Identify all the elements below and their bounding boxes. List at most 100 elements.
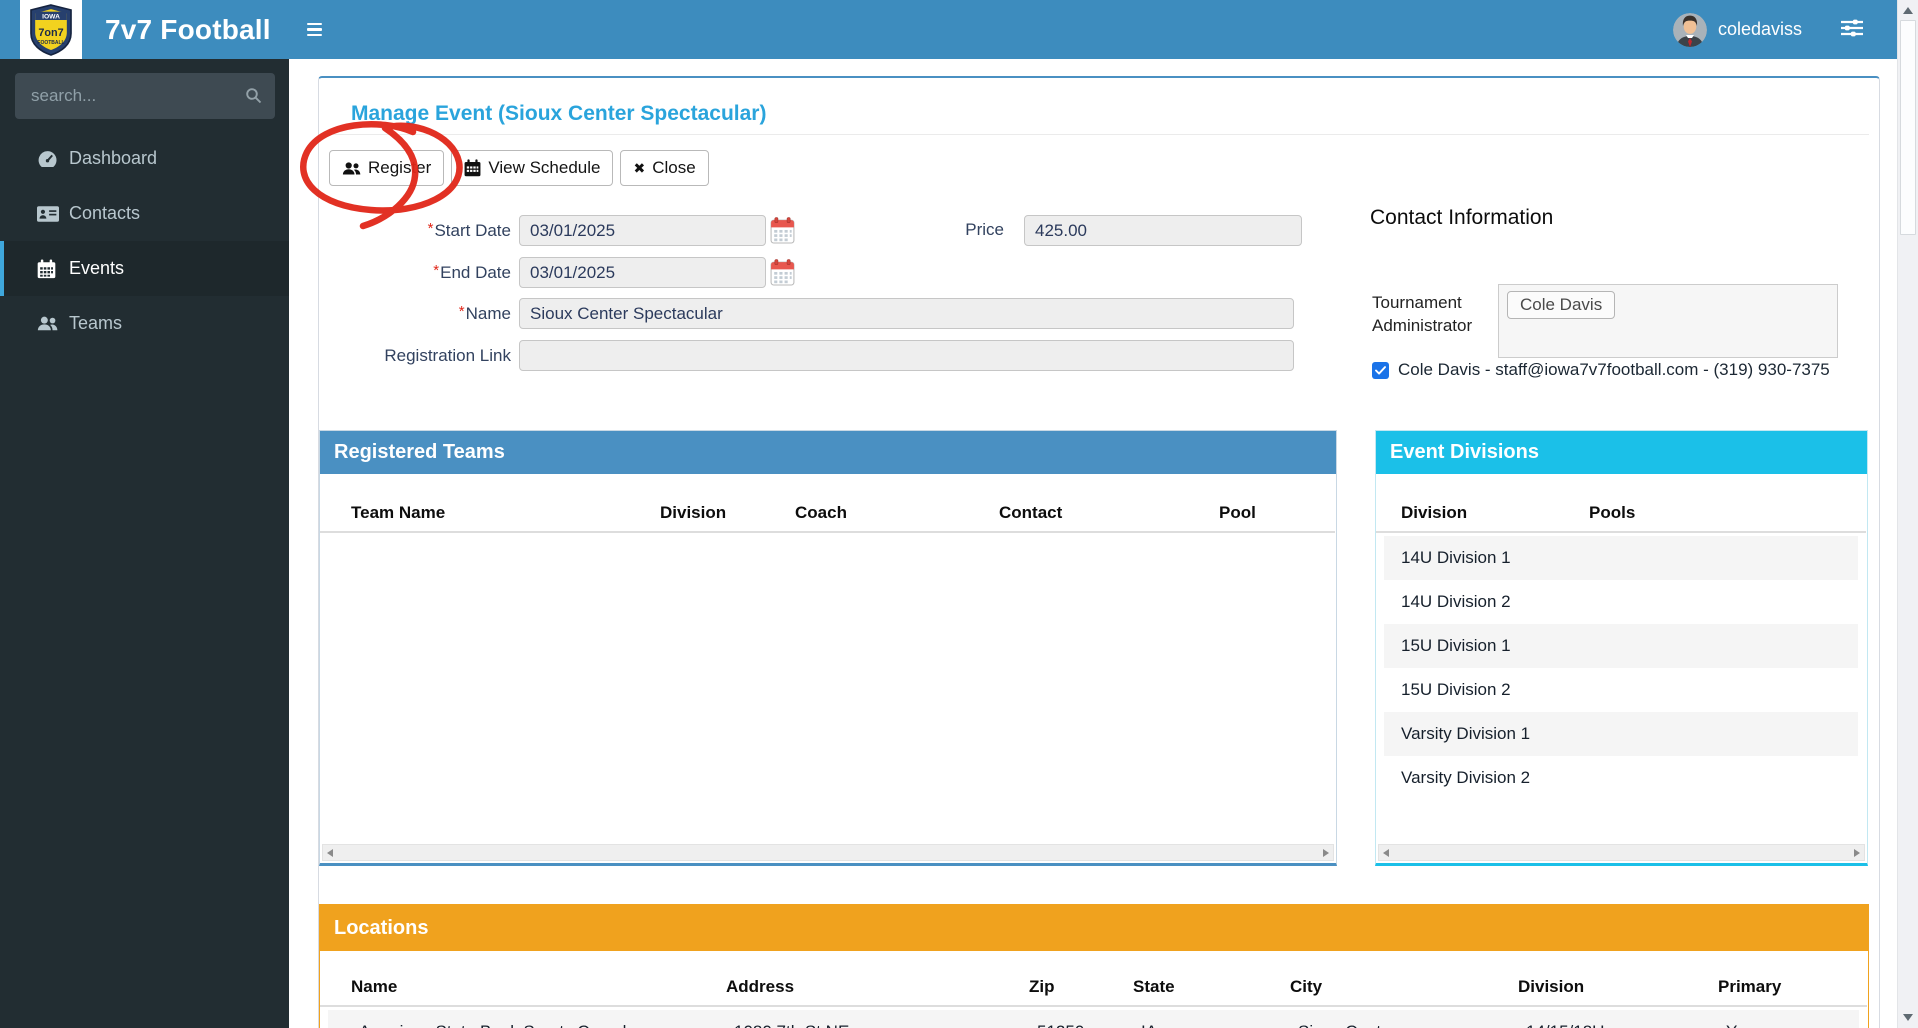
col-address: Address xyxy=(726,977,794,997)
division-row[interactable]: 14U Division 2 xyxy=(1384,580,1858,624)
settings-button[interactable] xyxy=(1840,18,1864,42)
division-row[interactable]: 15U Division 2 xyxy=(1384,668,1858,712)
app-logo: IOWA 7on7 FOOTBALL xyxy=(20,0,82,59)
location-row[interactable]: American State Bank Sports Complex 1080 7… xyxy=(328,1010,1859,1028)
toolbar: Register View S xyxy=(329,150,709,186)
start-date-input[interactable] xyxy=(519,215,766,246)
admin-chip[interactable]: Cole Davis xyxy=(1507,291,1615,319)
division-row[interactable]: 14U Division 1 xyxy=(1384,536,1858,580)
location-cell-zip: 51250 xyxy=(1037,1022,1084,1028)
sidebar-item-contacts[interactable]: Contacts xyxy=(0,186,289,241)
page-vertical-scrollbar[interactable] xyxy=(1897,0,1918,1028)
user-menu[interactable]: coledaviss xyxy=(1673,13,1802,47)
location-cell-address: 1080 7th St NE xyxy=(734,1022,849,1028)
calendar-icon xyxy=(464,159,481,177)
view-schedule-button[interactable]: View Schedule xyxy=(451,150,613,186)
event-divisions-hscrollbar[interactable] xyxy=(1378,844,1865,861)
col-primary: Primary xyxy=(1718,977,1781,997)
sidebar: Dashboard Contacts xyxy=(0,59,289,1028)
event-name-input[interactable] xyxy=(519,298,1294,329)
col-division: Division xyxy=(660,503,726,523)
start-date-label: *Start Date xyxy=(319,221,511,241)
registered-teams-column-headers: Team Name Division Coach Contact Pool xyxy=(320,495,1335,533)
location-cell-city: Sioux Center xyxy=(1298,1022,1396,1028)
contact-checkbox[interactable] xyxy=(1372,362,1389,379)
avatar-icon xyxy=(1673,13,1707,47)
sidebar-item-events[interactable]: Events xyxy=(0,241,289,296)
close-icon: ✖ xyxy=(633,160,645,177)
logo-text-top: IOWA xyxy=(42,13,60,20)
register-button[interactable]: Register xyxy=(329,150,444,186)
scroll-right-icon[interactable] xyxy=(1854,849,1860,857)
register-button-label: Register xyxy=(368,158,431,178)
hamburger-menu-button[interactable] xyxy=(307,13,341,47)
sidebar-item-label: Contacts xyxy=(69,203,140,224)
contact-information-heading: Contact Information xyxy=(1370,206,1875,230)
logo-text-bottom: FOOTBALL xyxy=(37,40,64,46)
division-name: Varsity Division 1 xyxy=(1401,724,1530,743)
division-name: 14U Division 2 xyxy=(1401,592,1511,611)
col-pool: Pool xyxy=(1219,503,1256,523)
end-date-picker-button[interactable] xyxy=(770,259,795,287)
sidebar-item-label: Events xyxy=(69,258,124,279)
id-card-icon xyxy=(37,206,61,222)
division-row[interactable]: 15U Division 1 xyxy=(1384,624,1858,668)
registered-teams-hscrollbar[interactable] xyxy=(322,844,1334,861)
app-window: IOWA 7on7 FOOTBALL 7v7 Football xyxy=(0,0,1918,1028)
col-coach: Coach xyxy=(795,503,847,523)
page-title: Manage Event (Sioux Center Spectacular) xyxy=(351,102,766,126)
division-row[interactable]: Varsity Division 2 xyxy=(1384,756,1858,800)
price-input[interactable] xyxy=(1024,215,1302,246)
col-state: State xyxy=(1133,977,1175,997)
col-division: Division xyxy=(1518,977,1584,997)
manage-event-panel: Manage Event (Sioux Center Spectacular) … xyxy=(318,76,1880,1028)
location-cell-division: 14/15/18U xyxy=(1526,1022,1604,1028)
scroll-right-icon[interactable] xyxy=(1323,849,1329,857)
logo-text-mid: 7on7 xyxy=(38,26,63,38)
users-icon xyxy=(37,315,61,332)
gauge-icon xyxy=(37,150,61,168)
scrollbar-thumb[interactable] xyxy=(1900,20,1916,235)
registered-teams-title: Registered Teams xyxy=(320,431,1336,474)
sidebar-item-dashboard[interactable]: Dashboard xyxy=(0,131,289,186)
event-divisions-column-headers: Division Pools xyxy=(1376,495,1866,533)
search-icon[interactable] xyxy=(245,87,262,109)
crest-logo-icon: IOWA 7on7 FOOTBALL xyxy=(26,3,76,57)
datepicker-calendar-icon xyxy=(770,217,795,244)
locations-title: Locations xyxy=(320,905,1868,951)
users-icon xyxy=(342,161,361,176)
end-date-input[interactable] xyxy=(519,257,766,288)
col-city: City xyxy=(1290,977,1322,997)
hamburger-icon xyxy=(307,23,322,26)
registration-link-label: Registration Link xyxy=(319,346,511,366)
search-input[interactable] xyxy=(15,73,275,119)
location-cell-state: IA xyxy=(1141,1022,1157,1028)
calendar-icon xyxy=(37,259,61,279)
main-content: Manage Event (Sioux Center Spectacular) … xyxy=(289,59,1897,1028)
registration-link-input[interactable] xyxy=(519,340,1294,371)
tournament-admin-box[interactable]: Cole Davis xyxy=(1498,284,1838,358)
view-schedule-button-label: View Schedule xyxy=(488,158,600,178)
division-name: 15U Division 1 xyxy=(1401,636,1511,655)
close-button[interactable]: ✖ Close xyxy=(620,150,708,186)
contact-information-section: Contact Information Tournament Administr… xyxy=(1370,206,1875,340)
scroll-down-icon[interactable] xyxy=(1903,1014,1913,1021)
col-contact: Contact xyxy=(999,503,1062,523)
contact-checkbox-row: Cole Davis - staff@iowa7v7football.com -… xyxy=(1372,360,1830,380)
start-date-picker-button[interactable] xyxy=(770,217,795,245)
locations-panel: Locations Name Address Zip State City Di… xyxy=(319,904,1869,1028)
sliders-icon xyxy=(1840,19,1864,37)
division-row[interactable]: Varsity Division 1 xyxy=(1384,712,1858,756)
location-cell-primary: Yes xyxy=(1726,1022,1754,1028)
scroll-left-icon[interactable] xyxy=(327,849,333,857)
tournament-admin-label: Tournament Administrator xyxy=(1372,292,1494,338)
scroll-up-icon[interactable] xyxy=(1903,7,1913,14)
locations-column-headers: Name Address Zip State City Division Pri… xyxy=(320,969,1867,1007)
contact-checkbox-label: Cole Davis - staff@iowa7v7football.com -… xyxy=(1398,360,1830,380)
tournament-admin-row: Tournament Administrator Cole Davis xyxy=(1370,230,1875,340)
app-title: 7v7 Football xyxy=(105,14,271,46)
sidebar-item-teams[interactable]: Teams xyxy=(0,296,289,351)
scroll-left-icon[interactable] xyxy=(1383,849,1389,857)
brand[interactable]: IOWA 7on7 FOOTBALL 7v7 Football xyxy=(0,0,289,59)
location-cell-name: American State Bank Sports Complex xyxy=(359,1022,644,1028)
